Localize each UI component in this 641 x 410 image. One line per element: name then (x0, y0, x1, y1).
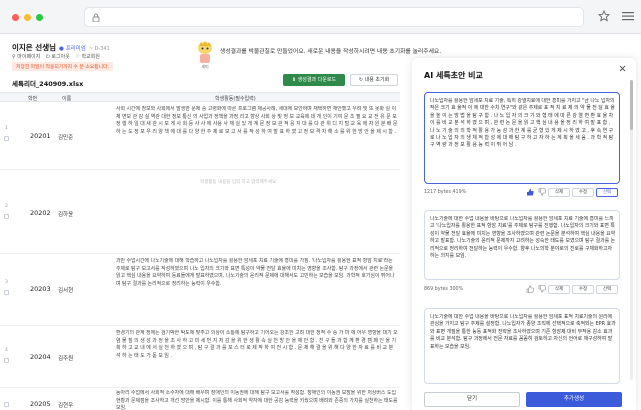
table-row[interactable]: 3 20203 김서현 과반 수업시간에 나노기술에 대해 학습하고 나노입자를… (0, 254, 400, 326)
col-name: 이름 (62, 96, 72, 102)
thumbs-down-icon[interactable] (538, 285, 546, 293)
draft-meta: 1217 bytes 419% 삭제 수정 선택 (424, 188, 620, 198)
draft-select-button[interactable]: 선택 (596, 285, 618, 294)
mascot-icon (198, 41, 212, 63)
col-activity: 학생활동(필수입력) (215, 96, 256, 102)
star-icon[interactable] (598, 10, 610, 22)
modal-scrollbar[interactable] (630, 80, 633, 380)
browser-chrome (0, 0, 641, 34)
modal-title: AI 세특초안 비교 (424, 71, 483, 80)
student-number: 20204 (30, 353, 51, 361)
profile-section: 이지은 선생님 ● 프리미엄 ~ D-341 ⚲ 마이페이지 ⏻ 로그아웃 ♡ 학교… (12, 42, 192, 72)
download-button[interactable]: ⬇ 생성결과 다운로드 (283, 74, 345, 86)
lock-icon (92, 13, 100, 22)
close-button[interactable]: 닫기 (424, 392, 520, 407)
thumbs-down-icon[interactable] (538, 188, 546, 196)
activity-text[interactable]: 환경기의 관계 정에는 검기박한 탁도에 맞추고 의상이 소통에 탐구하고 기어… (116, 330, 398, 384)
draft-card[interactable]: 나노기술에 대한 수업 내용을 바탕으로 나노입자를 활용한 암세포 치료 기술… (424, 210, 620, 280)
draft-text: 나노기술에 대한 수업 내용을 바탕으로 나노입자를 활용한 암세포 치료 기술… (430, 216, 616, 260)
reset-button[interactable]: ↻ 내용 초기화 (350, 74, 398, 86)
draft-card[interactable]: 나노기술에 대한 수업 내용을 바탕으로 나노입자를 활용한 암세포 표적 치료… (424, 308, 620, 384)
close-icon[interactable] (619, 65, 626, 72)
row-checkbox[interactable] (4, 136, 9, 141)
mascot-label: 세미 (201, 64, 209, 69)
row-checkbox[interactable] (4, 290, 9, 295)
window-maximize-dot[interactable] (36, 14, 43, 21)
student-name: 김주원 (58, 356, 74, 362)
row-index: 2 (5, 204, 8, 209)
save-warning: 저장한 파일이 적용되기까지 수 분 소요됩니다. (12, 62, 114, 71)
file-title: 세특리더_240909.xlsx (12, 80, 84, 88)
modal-footer: 닫기 추가생성 (412, 390, 636, 410)
mypage-link[interactable]: ⚲ 마이페이지 (12, 54, 40, 60)
draft-text: 나노입자를 활용한 암세포 치료 기술, 특히 광열치료에 대한 흥미를 가지고… (430, 98, 615, 149)
student-number: 20203 (30, 285, 51, 293)
notice-text: 생성결과를 박물관칠로 만들었어요. 새로운 내용을 작성하시려면 내용 초기화… (220, 49, 442, 55)
draft-delete-button[interactable]: 삭제 (548, 285, 570, 294)
row-index: 4 (5, 348, 8, 353)
table-row[interactable]: 1 20201 김민준 사회 시간에 정보와 사회에서 발생한 문제 중 고령화… (0, 102, 400, 170)
activity-text[interactable]: 동아리 수업에서 사회적 소수자에 대해 배우며 장애인의 이동권에 대해 탐구… (116, 390, 398, 410)
student-name: 김서현 (58, 288, 74, 294)
student-number: 20202 (30, 209, 51, 217)
membership-days: ~ D-341 (88, 46, 110, 52)
student-number: 20201 (30, 132, 51, 140)
thumbs-up-icon[interactable] (526, 285, 534, 293)
membership-badge: ● 프리미엄 (59, 46, 86, 52)
draft-bytes: 1217 bytes 419% (424, 190, 467, 195)
activity-placeholder[interactable]: 학생활동 내용을 입력 하고 업력해주세요. (200, 179, 278, 185)
address-bar[interactable] (84, 7, 584, 27)
user-name: 이지은 선생님 (12, 43, 57, 52)
activity-text[interactable]: 사회 시간에 정보와 사회에서 발생한 문제 중 고령화에 따른 프로그램 제공… (116, 106, 398, 166)
window-minimize-dot[interactable] (24, 14, 31, 21)
thumbs-up-icon[interactable] (526, 188, 534, 196)
ai-compare-modal: AI 세특초안 비교 나노입자를 활용한 암세포 치료 기술, 특히 광열치료에… (412, 58, 636, 410)
draft-bytes: 869 bytes 300% (424, 287, 464, 292)
table-header: 학번 이름 학생활동(필수입력) (0, 92, 400, 102)
draft-edit-button[interactable]: 수정 (572, 285, 594, 294)
logout-link[interactable]: ⏻ 로그아웃 (46, 54, 70, 60)
student-name: 김현우 (58, 403, 74, 409)
draft-text: 나노기술에 대한 수업 내용을 바탕으로 나노입자를 활용한 암세포 표적 치료… (430, 314, 616, 350)
draft-meta: 869 bytes 300% 삭제 수정 선택 (424, 285, 620, 295)
draft-select-button[interactable]: 선택 (596, 188, 618, 197)
student-number: 20205 (30, 400, 51, 408)
generate-more-button[interactable]: 추가생성 (526, 392, 622, 407)
row-checkbox[interactable] (4, 358, 9, 363)
profile-links: ⚲ 마이페이지 ⏻ 로그아웃 ♡ 학교회원 (12, 53, 104, 60)
window-close-dot[interactable] (12, 14, 19, 21)
scroll-thumb[interactable] (630, 80, 633, 130)
menu-icon[interactable] (622, 11, 634, 21)
row-index: 3 (5, 280, 8, 285)
row-checkbox[interactable] (4, 402, 9, 407)
school-member-link[interactable]: ♡ 학교회원 (75, 54, 99, 60)
col-student-number: 학번 (28, 96, 38, 102)
table-row[interactable]: 4 20204 김주원 환경기의 관계 정에는 검기박한 탁도에 맞추고 의상이… (0, 326, 400, 388)
draft-card[interactable]: 나노입자를 활용한 암세포 치료 기술, 특히 광열치료에 대한 흥미를 가지고… (424, 92, 620, 184)
draft-delete-button[interactable]: 삭제 (548, 188, 570, 197)
row-checkbox[interactable] (4, 214, 9, 219)
table-row[interactable]: 20205 김현우 동아리 수업에서 사회적 소수자에 대해 배우며 장애인의 … (0, 388, 400, 410)
row-index: 1 (5, 126, 8, 131)
student-name: 김하윤 (58, 212, 74, 218)
activity-text[interactable]: 과반 수업시간에 나노기술에 대해 학습하고 나노입자를 활용한 암세포 치료 … (116, 258, 398, 322)
draft-edit-button[interactable]: 수정 (572, 188, 594, 197)
student-name: 김민준 (58, 135, 74, 141)
table-row[interactable]: 2 20202 김하윤 학생활동 내용을 입력 하고 업력해주세요. (0, 170, 400, 254)
